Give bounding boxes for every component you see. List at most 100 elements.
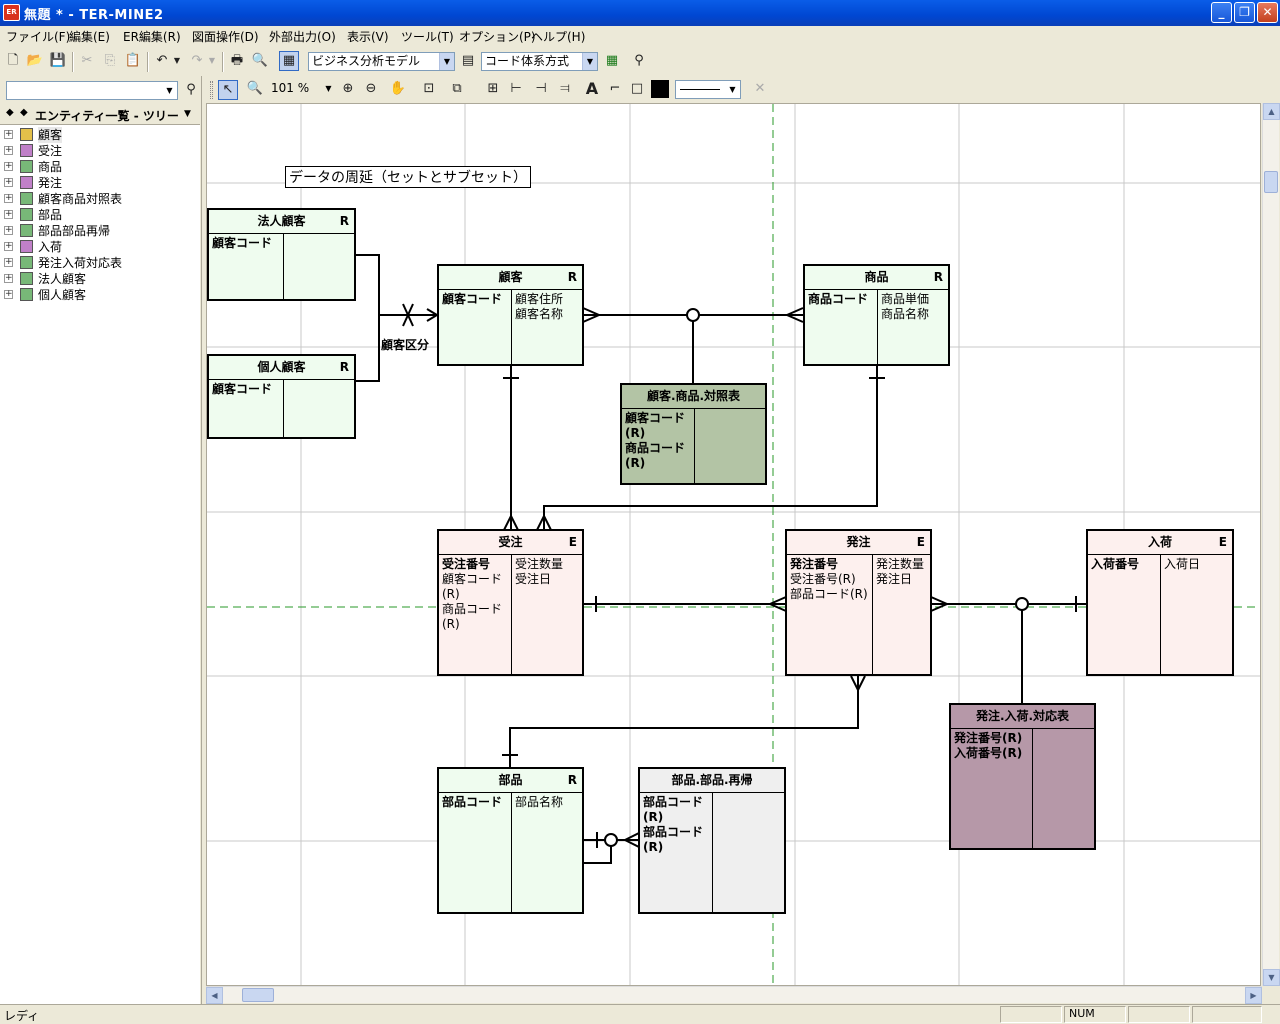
entity-hatchu-nyuka-taiou[interactable]: 発注.入荷.対応表 発注番号(R) 入荷番号(R) <box>949 703 1096 850</box>
line-icon[interactable]: ⌐ <box>606 80 624 98</box>
entity-nyuka[interactable]: 入荷 E 入荷番号 入荷日 <box>1086 529 1234 676</box>
line-style-select[interactable]: ▼ <box>675 80 741 99</box>
forward-icon[interactable]: ◆ <box>20 107 28 118</box>
delete-icon[interactable]: ✕ <box>751 80 769 98</box>
chevron-down-icon[interactable]: ▼ <box>582 53 597 70</box>
table-icon[interactable]: ▤ <box>459 52 477 70</box>
entity-name: 個人顧客 <box>257 360 306 374</box>
new-file-icon[interactable]: 🗋 <box>4 52 22 70</box>
expand-icon[interactable]: + <box>4 226 13 235</box>
entity-keys: 部品コード <box>442 795 503 809</box>
menu-file[interactable]: ファイル(F) <box>6 28 70 45</box>
entity-hatchu[interactable]: 発注 E 発注番号 受注番号(R) 部品コード(R) 発注数量 発注日 <box>785 529 932 676</box>
chevron-down-icon[interactable]: ▼ <box>439 53 454 70</box>
diagram-note[interactable]: データの周延（セットとサブセット） <box>285 166 531 188</box>
model-select[interactable]: ビジネス分析モデル ▼ <box>308 52 455 71</box>
horizontal-scroll-thumb[interactable] <box>242 988 274 1002</box>
entity-buhin-saiki[interactable]: 部品.部品.再帰 部品コード (R) 部品コード (R) <box>638 767 786 914</box>
chevron-down-icon[interactable]: ▼ <box>184 109 191 119</box>
scroll-left-icon[interactable]: ◀ <box>206 987 223 1004</box>
expand-icon[interactable]: + <box>4 258 13 267</box>
zoom-in-icon[interactable]: ⊕ <box>339 80 357 98</box>
scroll-down-icon[interactable]: ▼ <box>1263 969 1280 986</box>
entity-icon <box>20 144 33 157</box>
chevron-down-icon[interactable]: ▼ <box>725 81 740 98</box>
code-system-select[interactable]: コード体系方式 ▼ <box>481 52 598 71</box>
entity-kojin-kokyaku[interactable]: 個人顧客 R 顧客コード <box>207 354 356 439</box>
vertical-scroll-thumb[interactable] <box>1264 171 1278 193</box>
diagram-canvas[interactable]: データの周延（セットとサブセット） 顧客区分 法人顧客 R 顧客コード 個人顧客 R… <box>206 103 1261 986</box>
menu-view[interactable]: 表示(V) <box>347 28 389 45</box>
cut-icon[interactable]: ✂ <box>78 52 96 70</box>
entity-search-combo[interactable]: ▼ <box>6 81 178 100</box>
toolbar-separator <box>72 52 74 72</box>
menu-options[interactable]: オプション(P) <box>459 28 536 45</box>
text-icon[interactable]: A <box>583 80 601 98</box>
undo-dropdown-icon[interactable]: ▼ <box>172 52 182 70</box>
hand-icon[interactable]: ✋ <box>389 80 407 98</box>
print-preview-icon[interactable]: 🔍 <box>251 52 269 70</box>
find-icon[interactable]: ⚲ <box>182 81 200 99</box>
paste-icon[interactable]: 📋 <box>124 52 142 70</box>
menu-export[interactable]: 外部出力(O) <box>269 28 336 45</box>
redo-icon[interactable]: ↷ <box>188 52 206 70</box>
entity-kokyaku[interactable]: 顧客 R 顧客コード 顧客住所 顧客名称 <box>437 264 584 366</box>
chevron-down-icon[interactable]: ▼ <box>321 80 336 97</box>
entity-attrs: 入荷日 <box>1164 557 1201 571</box>
scroll-right-icon[interactable]: ▶ <box>1245 987 1262 1004</box>
grid-icon[interactable]: ▦ <box>603 52 621 70</box>
copy-icon[interactable]: ⎘ <box>101 52 119 70</box>
undo-icon[interactable]: ↶ <box>153 52 171 70</box>
menu-tools[interactable]: ツール(T) <box>401 28 454 45</box>
print-icon[interactable]: 🖶 <box>228 52 246 70</box>
zoom-icon[interactable]: 🔍 <box>246 80 264 98</box>
back-icon[interactable]: ◆ <box>6 107 14 118</box>
fit-page-icon[interactable]: ⊡ <box>420 80 438 98</box>
entity-keys: 発注番号 受注番号(R) 部品コード(R) <box>790 557 868 602</box>
chevron-down-icon[interactable]: ▼ <box>162 82 177 99</box>
minimize-button[interactable]: _ <box>1211 2 1232 23</box>
relation-many-icon[interactable]: ⫤ <box>556 80 574 98</box>
layout-icon[interactable]: ⧉ <box>448 80 466 98</box>
horizontal-scrollbar[interactable]: ◀ ▶ <box>206 986 1262 1004</box>
model-view-icon[interactable]: ▦ <box>279 51 299 71</box>
subtype-label[interactable]: 顧客区分 <box>381 336 429 353</box>
expand-icon[interactable]: + <box>4 274 13 283</box>
menu-er-edit[interactable]: ER編集(R) <box>123 28 181 45</box>
open-folder-icon[interactable]: 📂 <box>26 52 44 70</box>
menu-edit[interactable]: 編集(E) <box>69 28 110 45</box>
color-swatch-icon[interactable] <box>651 80 669 98</box>
expand-icon[interactable]: + <box>4 130 13 139</box>
expand-icon[interactable]: + <box>4 210 13 219</box>
redo-dropdown-icon[interactable]: ▼ <box>207 52 217 70</box>
zoom-out-icon[interactable]: ⊖ <box>362 80 380 98</box>
expand-icon[interactable]: + <box>4 242 13 251</box>
toolbar-grip[interactable] <box>210 81 213 99</box>
save-icon[interactable]: 💾 <box>49 52 67 70</box>
entity-juchu[interactable]: 受注 E 受注番号 顧客コード (R) 商品コード (R) 受注数量 受注日 <box>437 529 584 676</box>
relation-icon[interactable]: ⊢ <box>507 80 525 98</box>
menu-drawing[interactable]: 図面操作(D) <box>192 28 259 45</box>
binoculars-icon[interactable]: ⚲ <box>630 52 648 70</box>
expand-icon[interactable]: + <box>4 162 13 171</box>
entity-icon[interactable]: ⊞ <box>484 80 502 98</box>
rectangle-icon[interactable]: □ <box>628 80 646 98</box>
close-button[interactable]: ✕ <box>1257 2 1278 23</box>
entity-name: 部品.部品.再帰 <box>671 773 753 787</box>
expand-icon[interactable]: + <box>4 290 13 299</box>
entity-shohin[interactable]: 商品 R 商品コード 商品単価 商品名称 <box>803 264 950 366</box>
expand-icon[interactable]: + <box>4 146 13 155</box>
vertical-scrollbar[interactable]: ▲ ▼ <box>1262 103 1280 986</box>
app-icon[interactable]: ER <box>3 4 20 21</box>
menu-help[interactable]: ヘルプ(H) <box>531 28 585 45</box>
pointer-icon[interactable]: ↖ <box>218 80 238 100</box>
scroll-up-icon[interactable]: ▲ <box>1263 103 1280 120</box>
entity-hojin-kokyaku[interactable]: 法人顧客 R 顧客コード <box>207 208 356 301</box>
zoom-select[interactable]: 101 % ▼ <box>268 80 336 99</box>
entity-kokyaku-shohin-taisho[interactable]: 顧客.商品.対照表 顧客コード (R) 商品コード (R) <box>620 383 767 485</box>
restore-button[interactable]: ❐ <box>1234 2 1255 23</box>
expand-icon[interactable]: + <box>4 194 13 203</box>
relation-nonid-icon[interactable]: ⊣ <box>532 80 550 98</box>
expand-icon[interactable]: + <box>4 178 13 187</box>
entity-buhin[interactable]: 部品 R 部品コード 部品名称 <box>437 767 584 914</box>
